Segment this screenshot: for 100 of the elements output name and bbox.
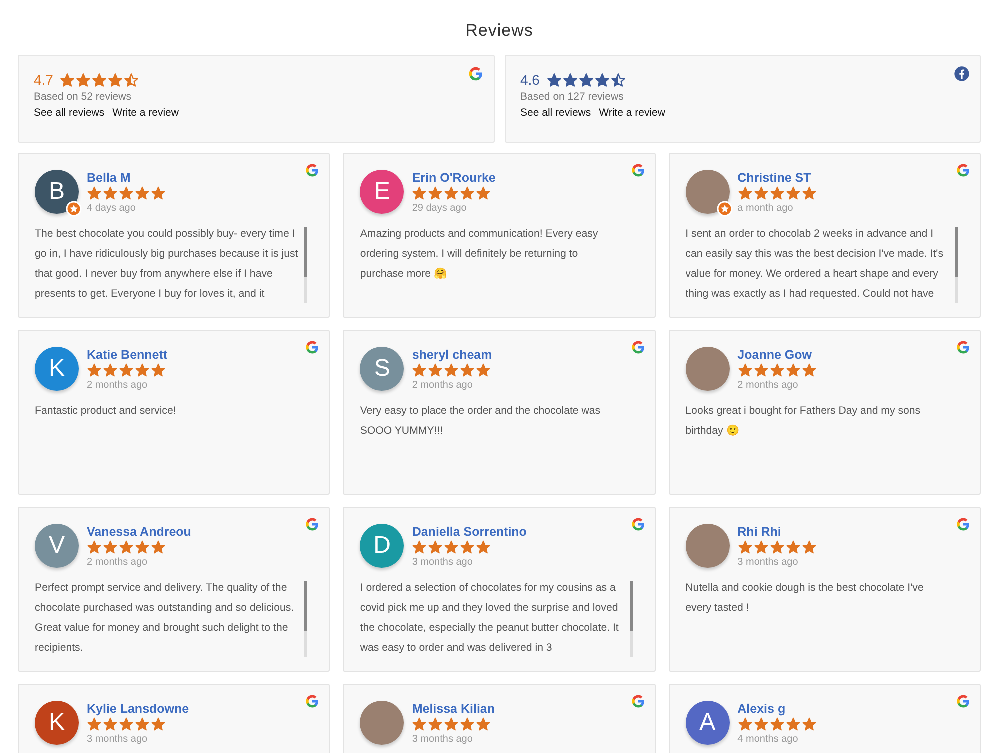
letter-avatar: K [35,701,79,745]
review-text: Perfect prompt service and delivery. The quality of the chocolate purchased was outstanding and so delicious. Great value for money and brought such delight to the recipients. [35,581,296,656]
star-icon [428,186,444,201]
star-icon [786,186,801,201]
star-icon [124,72,140,88]
letter-avatar: K [35,347,79,391]
letter-avatar: S [360,347,404,391]
reviewer-name[interactable]: Vanessa Andreou [87,524,192,540]
scrollbar[interactable] [304,227,308,303]
star-icon [802,540,817,555]
star-icon [412,540,428,555]
review-date: 2 months ago [738,380,800,391]
star-icon [460,363,476,378]
reviewer-name[interactable]: sheryl cheam [412,347,492,363]
scrollbar[interactable] [630,581,633,657]
review-text: I sent an order to chocolab 2 weeks in advance and I can easily say this was the best decision I've made. It's value for money. We ordered a heart shape and every thing was exactly as I had requested. Could not have [686,227,944,302]
google-logo-icon [305,694,320,709]
star-icon [770,186,785,201]
star-icon [476,363,492,378]
star-icon [412,363,428,378]
star-icon [786,540,801,555]
star-icon [119,717,134,732]
photo-placeholder [686,524,730,568]
average-rating: 4.7 [34,72,54,88]
review-text: Amazing products and communication! Every easy ordering system. I will definitely be returning to purchase more 🤗 [360,227,600,282]
star-icon [412,186,428,201]
star-icon [562,72,578,88]
review-link[interactable]: See all reviews [520,107,592,119]
star-icon [738,540,753,555]
star-icon [754,540,769,555]
scrollbar[interactable] [955,227,958,303]
google-logo-icon [956,517,971,532]
star-icon [103,540,118,555]
reviewer-name[interactable]: Rhi Rhi [738,524,817,540]
star-icon [428,717,444,732]
star-icon [460,186,476,201]
review-count: Based on 127 reviews [520,91,625,103]
star-icon [135,363,150,378]
section-title: Reviews [464,20,534,42]
star-icon [786,363,801,378]
star-icon [594,72,610,88]
review-date: 3 months ago [738,557,800,568]
reviewer-name[interactable]: Erin O'Rourke [412,170,496,186]
star-icon [444,717,460,732]
reviewer-name[interactable]: Joanne Gow [738,347,817,363]
star-icon [119,540,134,555]
star-icon [770,540,785,555]
review-date: 2 months ago [412,380,474,391]
star-icon [738,717,753,732]
star-icon [770,717,785,732]
review-link[interactable]: Write a review [112,107,179,119]
star-icon [444,363,460,378]
review-date: 2 months ago [87,557,149,568]
star-icon [802,363,817,378]
star-icon [738,186,753,201]
reviewer-name[interactable]: Melissa Kilian [412,701,496,717]
review-link[interactable]: See all reviews [34,107,105,119]
google-logo-icon [305,340,320,355]
star-icon [76,72,92,88]
review-text: Nutella and cookie dough is the best chocolate I've every tasted ! [686,581,925,616]
star-icon [460,540,476,555]
star-icon [476,717,492,732]
photo-placeholder [686,347,730,391]
star-icon [151,540,166,555]
google-logo-icon [305,517,320,532]
reviewer-name[interactable]: Bella M [87,170,166,186]
star-icon [92,72,108,88]
reviewer-name[interactable]: Christine ST [738,170,817,186]
star-icon [476,540,492,555]
google-logo-icon [630,694,646,709]
review-date: 3 months ago [412,557,474,568]
star-icon [444,540,460,555]
review-text: Fantastic product and service! [35,404,178,419]
star-icon [108,72,124,88]
reviewer-name[interactable]: Katie Bennett [87,347,168,363]
photo-placeholder [360,701,404,745]
reviewer-name[interactable]: Kylie Lansdowne [87,701,190,717]
star-icon [135,540,150,555]
star-icon [786,717,801,732]
review-text: Looks great i bought for Fathers Day and my sons birthday 🙂 [686,404,922,439]
letter-avatar: D [360,524,404,568]
star-icon [428,363,444,378]
review-date: 3 months ago [412,734,474,745]
letter-avatar: E [360,170,404,214]
reviewer-name[interactable]: Alexis g [738,701,817,717]
star-icon [119,186,134,201]
review-text: Very easy to place the order and the chocolate was SOOO YUMMY!!! [360,404,602,439]
letter-avatar: B [35,170,79,214]
scrollbar[interactable] [304,581,308,657]
reviewer-name[interactable]: Daniella Sorrentino [412,524,527,540]
google-logo-icon [630,340,646,355]
google-logo-icon [956,163,971,178]
star-icon [87,363,102,378]
google-logo-icon [956,340,971,355]
google-logo-icon [956,694,971,709]
review-date: 4 days ago [87,203,137,214]
star-icon [610,72,626,88]
review-link[interactable]: Write a review [599,107,666,119]
star-icon [460,717,476,732]
review-text: The best chocolate you could possibly buy- every time I go in, I have ridiculously big purchases because it is just that good. I never buy from anywhere else if I have presents to get. Everyone I buy for loves it, and it [35,227,300,302]
